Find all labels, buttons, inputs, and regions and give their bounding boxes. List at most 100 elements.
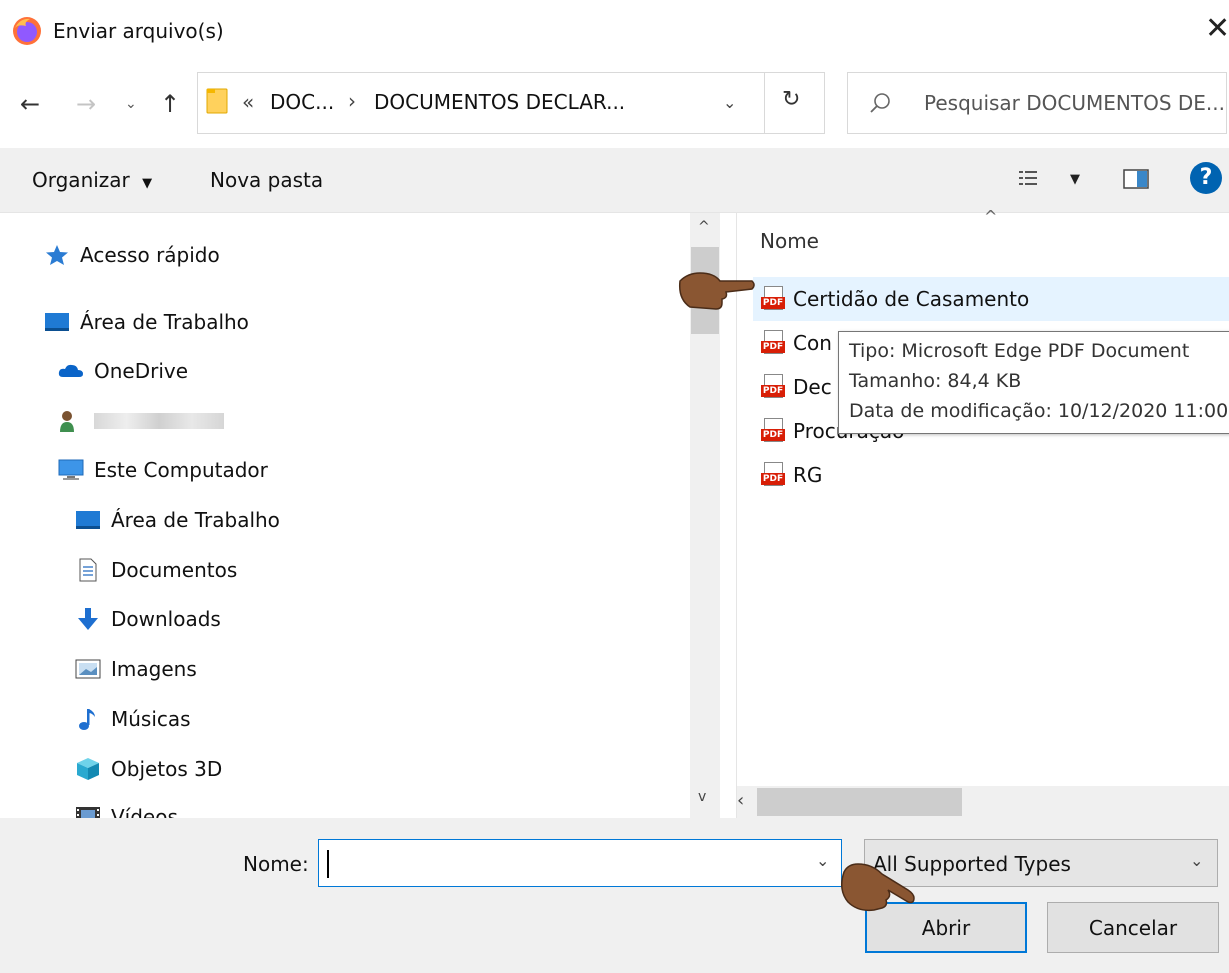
desktop-icon — [44, 310, 70, 334]
tooltip-size: Tamanho: 84,4 KB — [849, 370, 1022, 392]
pdf-file-icon: PDF — [761, 286, 785, 312]
sidebar-item-documents[interactable]: Documentos — [75, 550, 237, 590]
address-dropdown-chevron-icon[interactable]: ⌄ — [723, 93, 736, 112]
up-arrow-icon[interactable]: ↑ — [160, 92, 180, 116]
sidebar-item-label: Músicas — [111, 707, 191, 731]
tooltip-type: Tipo: Microsoft Edge PDF Document — [849, 340, 1190, 362]
music-note-icon — [75, 707, 101, 731]
horizontal-scrollbar-thumb[interactable] — [757, 788, 962, 816]
search-placeholder: Pesquisar DOCUMENTOS DE... — [924, 91, 1225, 115]
text-cursor — [327, 850, 329, 878]
organize-button[interactable]: Organizar ▼ — [32, 168, 152, 192]
file-list-horizontal-scrollbar[interactable]: ‹ — [737, 786, 1229, 818]
computer-icon — [58, 458, 84, 482]
help-icon[interactable]: ? — [1190, 162, 1222, 194]
breadcrumb-item-doc[interactable]: DOC... — [270, 90, 334, 114]
file-type-filter[interactable]: All Supported Types ⌄ — [864, 839, 1218, 887]
firefox-icon — [12, 16, 42, 46]
sidebar-item-label: Área de Trabalho — [111, 508, 280, 532]
file-row-certidao[interactable]: PDF Certidão de Casamento — [753, 278, 1029, 320]
pointing-hand-icon — [838, 860, 916, 914]
image-icon — [75, 657, 101, 681]
pointing-hand-icon — [676, 265, 756, 313]
file-name: RG — [793, 463, 823, 487]
file-name-label: Nome: — [243, 852, 309, 876]
view-details-icon[interactable] — [1018, 168, 1040, 190]
cloud-icon — [58, 359, 84, 383]
film-icon — [75, 805, 101, 818]
organize-label: Organizar — [32, 168, 130, 192]
download-arrow-icon — [75, 607, 101, 631]
breadcrumb-item-documentos-declar[interactable]: DOCUMENTOS DECLAR... — [374, 90, 625, 114]
sidebar-item-3d-objects[interactable]: Objetos 3D — [75, 749, 222, 789]
redacted-username — [94, 413, 224, 429]
sidebar-item-desktop-pinned[interactable]: Área de Trabalho — [44, 302, 249, 342]
dropdown-triangle-icon: ▼ — [142, 176, 153, 191]
sidebar-item-label: OneDrive — [94, 359, 189, 383]
sidebar-item-label: Documentos — [111, 558, 238, 582]
star-icon — [44, 243, 70, 267]
filter-chevron-icon: ⌄ — [1190, 851, 1204, 870]
command-bar: Organizar ▼ Nova pasta ▼ ? — [0, 148, 1229, 213]
preview-pane-icon[interactable] — [1123, 168, 1149, 190]
refresh-icon[interactable]: ↻ — [782, 87, 800, 112]
address-divider — [764, 73, 765, 133]
sidebar-item-label: Downloads — [111, 607, 221, 631]
desktop-icon — [75, 508, 101, 532]
sidebar-item-user[interactable] — [58, 401, 224, 441]
navigation-pane: Acesso rápido Área de Trabalho OneDrive … — [0, 213, 720, 818]
tooltip-modified: Data de modificação: 10/12/2020 11:00 — [849, 400, 1229, 422]
sidebar-item-label: Área de Trabalho — [80, 310, 249, 334]
cube-icon — [75, 757, 101, 781]
sidebar-item-quick-access[interactable]: Acesso rápido — [44, 235, 220, 275]
scroll-up-arrow-icon[interactable]: ^ — [698, 219, 710, 235]
search-box[interactable]: Pesquisar DOCUMENTOS DE... — [847, 72, 1227, 134]
cancel-button[interactable]: Cancelar — [1047, 902, 1219, 953]
breadcrumb-separator: › — [348, 89, 356, 113]
sort-ascending-icon: ^ — [984, 207, 998, 226]
sidebar-item-label: Vídeos — [111, 805, 178, 818]
pdf-file-icon: PDF — [761, 418, 785, 444]
title-bar: Enviar arquivo(s) ✕ — [0, 0, 1229, 62]
sidebar-item-this-pc[interactable]: Este Computador — [58, 450, 268, 490]
sidebar-item-label: Acesso rápido — [80, 243, 220, 267]
search-icon — [868, 91, 892, 115]
document-icon — [75, 558, 101, 582]
new-folder-button[interactable]: Nova pasta — [210, 168, 323, 192]
sidebar-item-videos[interactable]: Vídeos — [75, 797, 178, 818]
pdf-file-icon: PDF — [761, 462, 785, 488]
file-row-con[interactable]: PDF Con — [753, 322, 832, 364]
sidebar-item-desktop[interactable]: Área de Trabalho — [75, 500, 280, 540]
file-name: Certidão de Casamento — [793, 287, 1030, 311]
file-name: Dec — [793, 375, 832, 399]
back-arrow-icon[interactable]: ← — [20, 92, 40, 116]
forward-arrow-icon[interactable]: → — [76, 92, 96, 116]
user-icon — [58, 409, 84, 433]
breadcrumb-overflow[interactable]: « — [242, 90, 254, 114]
file-row-dec[interactable]: PDF Dec — [753, 366, 832, 408]
pdf-file-icon: PDF — [761, 330, 785, 356]
file-tooltip: Tipo: Microsoft Edge PDF Document Tamanh… — [838, 331, 1229, 434]
recent-locations-chevron-icon[interactable]: ⌄ — [125, 96, 137, 112]
scroll-down-arrow-icon[interactable]: v — [698, 789, 706, 805]
sidebar-item-music[interactable]: Músicas — [75, 699, 191, 739]
file-name-history-chevron-icon[interactable]: ⌄ — [816, 851, 829, 870]
sidebar-item-label: Objetos 3D — [111, 757, 223, 781]
scroll-left-arrow-icon[interactable]: ‹ — [737, 790, 744, 811]
sidebar-item-pictures[interactable]: Imagens — [75, 649, 197, 689]
file-name-input[interactable]: ⌄ — [318, 839, 842, 887]
pdf-file-icon: PDF — [761, 374, 785, 400]
sidebar-item-onedrive[interactable]: OneDrive — [58, 351, 188, 391]
sidebar-clip: Vídeos — [0, 787, 690, 818]
folder-icon — [206, 87, 228, 115]
dialog-footer: Nome: ⌄ All Supported Types ⌄ Abrir Canc… — [0, 818, 1229, 973]
address-bar[interactable]: « DOC... › DOCUMENTOS DECLAR... ⌄ ↻ — [197, 72, 825, 134]
sidebar-item-downloads[interactable]: Downloads — [75, 599, 221, 639]
file-row-rg[interactable]: PDF RG — [753, 454, 822, 496]
window-title: Enviar arquivo(s) — [53, 19, 224, 43]
file-name: Con — [793, 331, 832, 355]
sidebar-item-label: Imagens — [111, 657, 197, 681]
column-header-name[interactable]: Nome — [760, 229, 819, 253]
view-options-triangle-icon[interactable]: ▼ — [1070, 172, 1080, 187]
close-icon[interactable]: ✕ — [1205, 14, 1229, 44]
